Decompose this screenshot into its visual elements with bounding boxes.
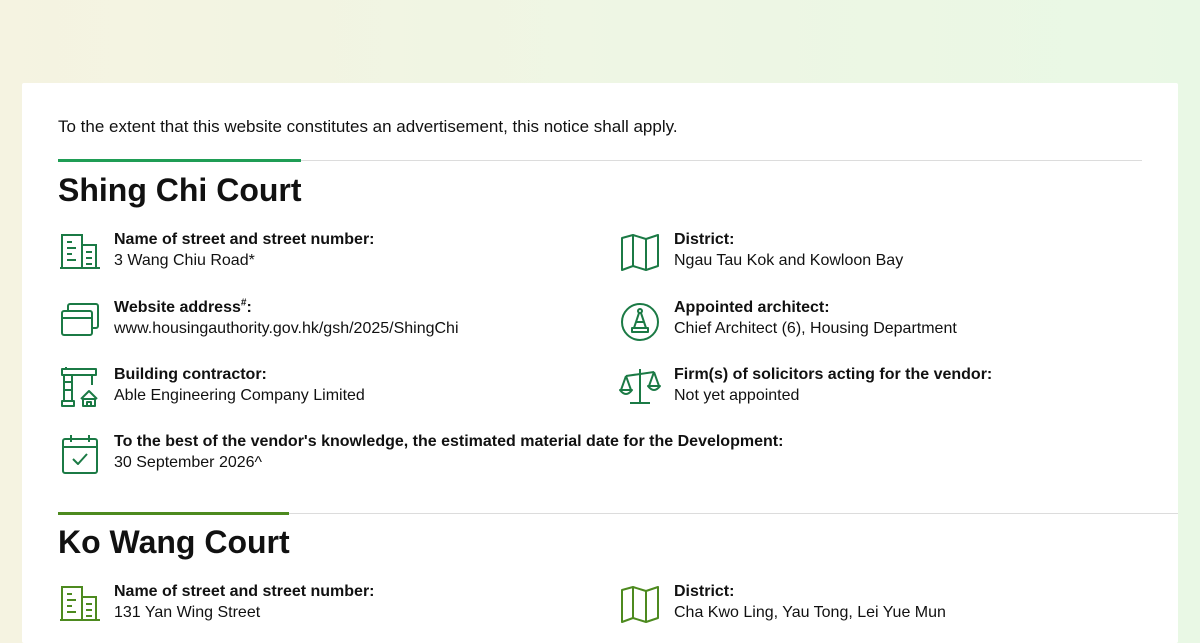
contractor-label: Building contractor: [114,366,267,383]
building-icon [58,582,102,626]
construction-crane-icon [58,365,102,409]
solicitors-info: Firm(s) of solicitors acting for the ven… [618,365,1138,409]
court-title-shing-chi: Shing Chi Court [58,172,302,208]
street-info: Name of street and street number: 131 Ya… [58,582,578,626]
district-label: District: [674,231,735,248]
street-value: 3 Wang Chiu Road* [114,252,255,269]
district-value: Ngau Tau Kok and Kowloon Bay [674,252,904,269]
browser-windows-icon [58,298,102,342]
section-accent-bar [58,512,289,515]
court-title-ko-wang: Ko Wang Court [58,524,290,560]
district-label: District: [674,583,735,600]
drafting-compass-icon [618,300,662,344]
street-label: Name of street and street number: [114,231,375,248]
website-link[interactable]: www.housingauthority.gov.hk/gsh/2025/Shi… [114,319,459,339]
website-label: Website address#: [114,298,252,318]
advertisement-notice: To the extent that this website constitu… [58,117,678,136]
website-info: Website address#: www.housingauthority.g… [58,298,578,342]
district-value: Cha Kwo Ling, Yau Tong, Lei Yue Mun [674,604,946,621]
street-info: Name of street and street number: 3 Wang… [58,230,578,274]
section-accent-bar [58,159,301,162]
material-date-info: To the best of the vendor's knowledge, t… [58,432,1138,476]
contractor-info: Building contractor: Able Engineering Co… [58,365,578,409]
material-date-label: To the best of the vendor's knowledge, t… [114,433,784,450]
solicitors-value: Not yet appointed [674,387,800,404]
scales-of-justice-icon [618,365,662,409]
solicitors-label: Firm(s) of solicitors acting for the ven… [674,366,993,383]
content-card: To the extent that this website constitu… [22,83,1178,643]
website-label-text: Website address [114,299,241,316]
website-label-colon: : [246,299,252,316]
architect-label: Appointed architect: [674,299,830,316]
contractor-value: Able Engineering Company Limited [114,387,365,404]
architect-info: Appointed architect: Chief Architect (6)… [618,298,1138,342]
building-icon [58,230,102,274]
street-label: Name of street and street number: [114,583,375,600]
map-icon [618,230,662,274]
district-info: District: Ngau Tau Kok and Kowloon Bay [618,230,1138,274]
material-date-value: 30 September 2026^ [114,454,263,471]
architect-value: Chief Architect (6), Housing Department [674,320,957,337]
calendar-check-icon [58,432,102,476]
map-icon [618,582,662,626]
street-value: 131 Yan Wing Street [114,604,261,621]
district-info: District: Cha Kwo Ling, Yau Tong, Lei Yu… [618,582,1138,626]
